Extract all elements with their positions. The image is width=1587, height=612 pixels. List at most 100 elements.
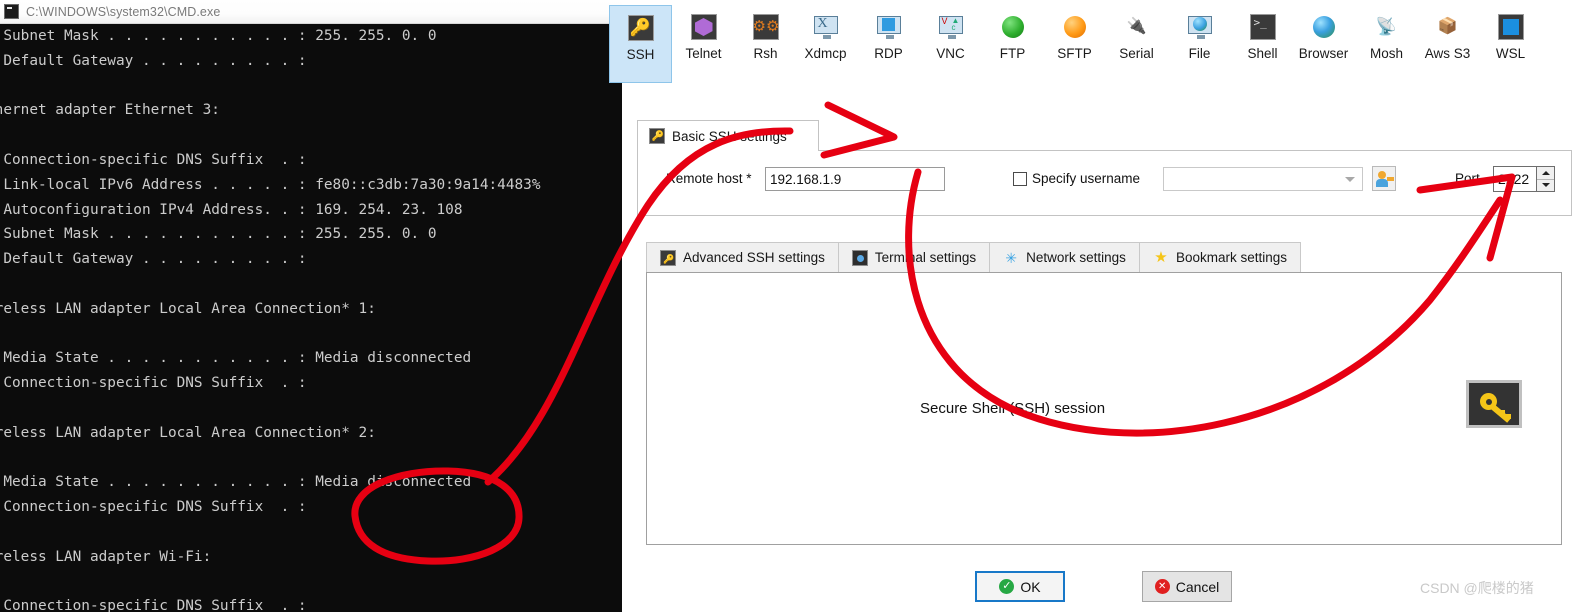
secondary-tab-label: Bookmark settings: [1176, 250, 1287, 265]
session-type-label: Shell: [1247, 47, 1277, 61]
wsl-windows-icon: [1498, 14, 1524, 40]
terminal-line: Autoconfiguration IPv4 Address. . : 169.…: [0, 198, 622, 223]
serial-plug-icon: 🔌: [1124, 14, 1150, 40]
session-type-serial[interactable]: 🔌 Serial: [1105, 5, 1168, 83]
session-type-label: SFTP: [1057, 47, 1092, 61]
session-type-ssh[interactable]: 🔑 SSH: [609, 5, 672, 83]
key-icon: [660, 250, 676, 266]
xdmcp-monitor-icon: X: [813, 14, 839, 40]
session-type-xdmcp[interactable]: XXdmcp: [794, 5, 857, 83]
session-type-rdp[interactable]: RDP: [857, 5, 920, 83]
session-type-label: File: [1189, 47, 1211, 61]
session-type-aws-s3[interactable]: 📦 Aws S3: [1416, 5, 1479, 83]
session-type-toolbar: 🔑 SSH Telnet⚙⚙RshXXdmcp RDP V▲cVNC FTP SFTP 🔌 Se…: [622, 0, 1587, 84]
session-type-label: Browser: [1299, 47, 1349, 61]
tab-bookmark-settings[interactable]: Bookmark settings: [1139, 242, 1301, 273]
port-label: Port: [1455, 171, 1480, 186]
aws-s3-boxes-icon: 📦: [1435, 14, 1461, 40]
cmd-icon: [4, 4, 19, 19]
tab-network-settings[interactable]: Network settings: [989, 242, 1140, 273]
session-type-label: Serial: [1119, 47, 1154, 61]
rdp-monitor-icon: [876, 14, 902, 40]
terminal-line: ireless LAN adapter Wi-Fi:: [0, 545, 622, 570]
terminal-line: thernet adapter Ethernet 3:: [0, 98, 622, 123]
terminal-line: [0, 322, 622, 347]
cancel-button-label: Cancel: [1176, 579, 1220, 595]
secondary-tab-label: Network settings: [1026, 250, 1126, 265]
secondary-tab-label: Terminal settings: [875, 250, 976, 265]
user-key-icon-key: [1387, 177, 1394, 181]
remote-host-label: Remote host *: [666, 171, 752, 186]
tab-advanced-ssh-settings[interactable]: Advanced SSH settings: [646, 242, 839, 273]
red-x-icon: [1155, 579, 1170, 594]
session-type-sftp[interactable]: SFTP: [1043, 5, 1106, 83]
shell-console-icon: >_: [1250, 14, 1276, 40]
chevron-down-icon: [1345, 177, 1355, 182]
tab-terminal-settings[interactable]: Terminal settings: [838, 242, 990, 273]
terminal-output: Subnet Mask . . . . . . . . . . . : 255.…: [0, 24, 622, 612]
ftp-globe-icon: [1000, 14, 1026, 40]
key-icon: [649, 128, 665, 144]
terminal-titlebar[interactable]: C:\WINDOWS\system32\CMD.exe: [0, 0, 622, 24]
terminal-line: Connection-specific DNS Suffix . :: [0, 148, 622, 173]
terminal-line: Media State . . . . . . . . . . . : Medi…: [0, 470, 622, 495]
terminal-line: [0, 272, 622, 297]
secondary-tabstrip: Advanced SSH settings Terminal settings Ne…: [646, 242, 1300, 273]
session-type-ftp[interactable]: FTP: [981, 5, 1044, 83]
session-type-label: Aws S3: [1425, 47, 1471, 61]
terminal-line: Default Gateway . . . . . . . . . :: [0, 247, 622, 272]
terminal-line: [0, 446, 622, 471]
terminal-line: ireless LAN adapter Local Area Connectio…: [0, 421, 622, 446]
specify-username-checkbox[interactable]: [1013, 172, 1027, 186]
port-stepper[interactable]: [1537, 166, 1555, 192]
green-check-icon: [999, 579, 1014, 594]
session-type-telnet[interactable]: Telnet: [672, 5, 735, 83]
session-type-label: Mosh: [1370, 47, 1403, 61]
file-monitor-icon: [1187, 14, 1213, 40]
terminal-line: Subnet Mask . . . . . . . . . . . : 255.…: [0, 222, 622, 247]
terminal-line: [0, 396, 622, 421]
terminal-line: [0, 570, 622, 595]
cmd-terminal-window[interactable]: C:\WINDOWS\system32\CMD.exe Subnet Mask …: [0, 0, 622, 612]
session-type-label: Rsh: [753, 47, 777, 61]
browser-globe-icon: [1311, 14, 1337, 40]
port-input[interactable]: [1493, 166, 1537, 192]
session-type-label: FTP: [1000, 47, 1026, 61]
secondary-tab-label: Advanced SSH settings: [683, 250, 825, 265]
watermark: CSDN @爬楼的猪: [1420, 578, 1534, 598]
tab-seam-cover: [638, 150, 818, 152]
mosh-satellite-icon: 📡: [1374, 14, 1400, 40]
vnc-monitor-icon: V▲c: [938, 14, 964, 40]
terminal-line: ireless LAN adapter Local Area Connectio…: [0, 297, 622, 322]
session-type-rsh[interactable]: ⚙⚙Rsh: [734, 5, 797, 83]
tab-basic-ssh-settings-label: Basic SSH settings: [672, 129, 787, 144]
terminal-title: C:\WINDOWS\system32\CMD.exe: [26, 5, 220, 19]
cancel-button[interactable]: Cancel: [1142, 571, 1232, 602]
session-type-label: RDP: [874, 47, 903, 61]
port-stepper-down[interactable]: [1537, 180, 1554, 192]
key-icon: 🔑: [628, 15, 654, 41]
session-type-file[interactable]: File: [1168, 5, 1231, 83]
ssh-key-icon: [1466, 380, 1522, 428]
ssh-session-caption: Secure Shell (SSH) session: [920, 400, 1105, 417]
user-key-button[interactable]: [1372, 166, 1396, 191]
port-stepper-up[interactable]: [1537, 167, 1554, 180]
session-type-label: SSH: [627, 48, 655, 62]
username-combobox[interactable]: [1163, 167, 1363, 191]
star-icon: [1153, 250, 1169, 266]
session-type-shell[interactable]: >_ Shell: [1231, 5, 1294, 83]
session-type-label: WSL: [1496, 47, 1525, 61]
session-type-mosh[interactable]: 📡 Mosh: [1355, 5, 1418, 83]
specify-username-label: Specify username: [1032, 171, 1140, 186]
terminal-line: Connection-specific DNS Suffix . :: [0, 371, 622, 396]
user-key-icon: [1378, 171, 1386, 179]
remote-host-input[interactable]: [765, 167, 945, 191]
telnet-cube-icon: [691, 14, 717, 40]
session-type-wsl[interactable]: WSL: [1479, 5, 1542, 83]
session-type-vnc[interactable]: V▲cVNC: [919, 5, 982, 83]
tab-basic-ssh-settings[interactable]: Basic SSH settings: [637, 120, 819, 151]
ok-button[interactable]: OK: [975, 571, 1065, 602]
ok-button-label: OK: [1020, 579, 1040, 595]
session-type-browser[interactable]: Browser: [1292, 5, 1355, 83]
basic-settings-tabstrip: Basic SSH settings: [637, 120, 1572, 151]
